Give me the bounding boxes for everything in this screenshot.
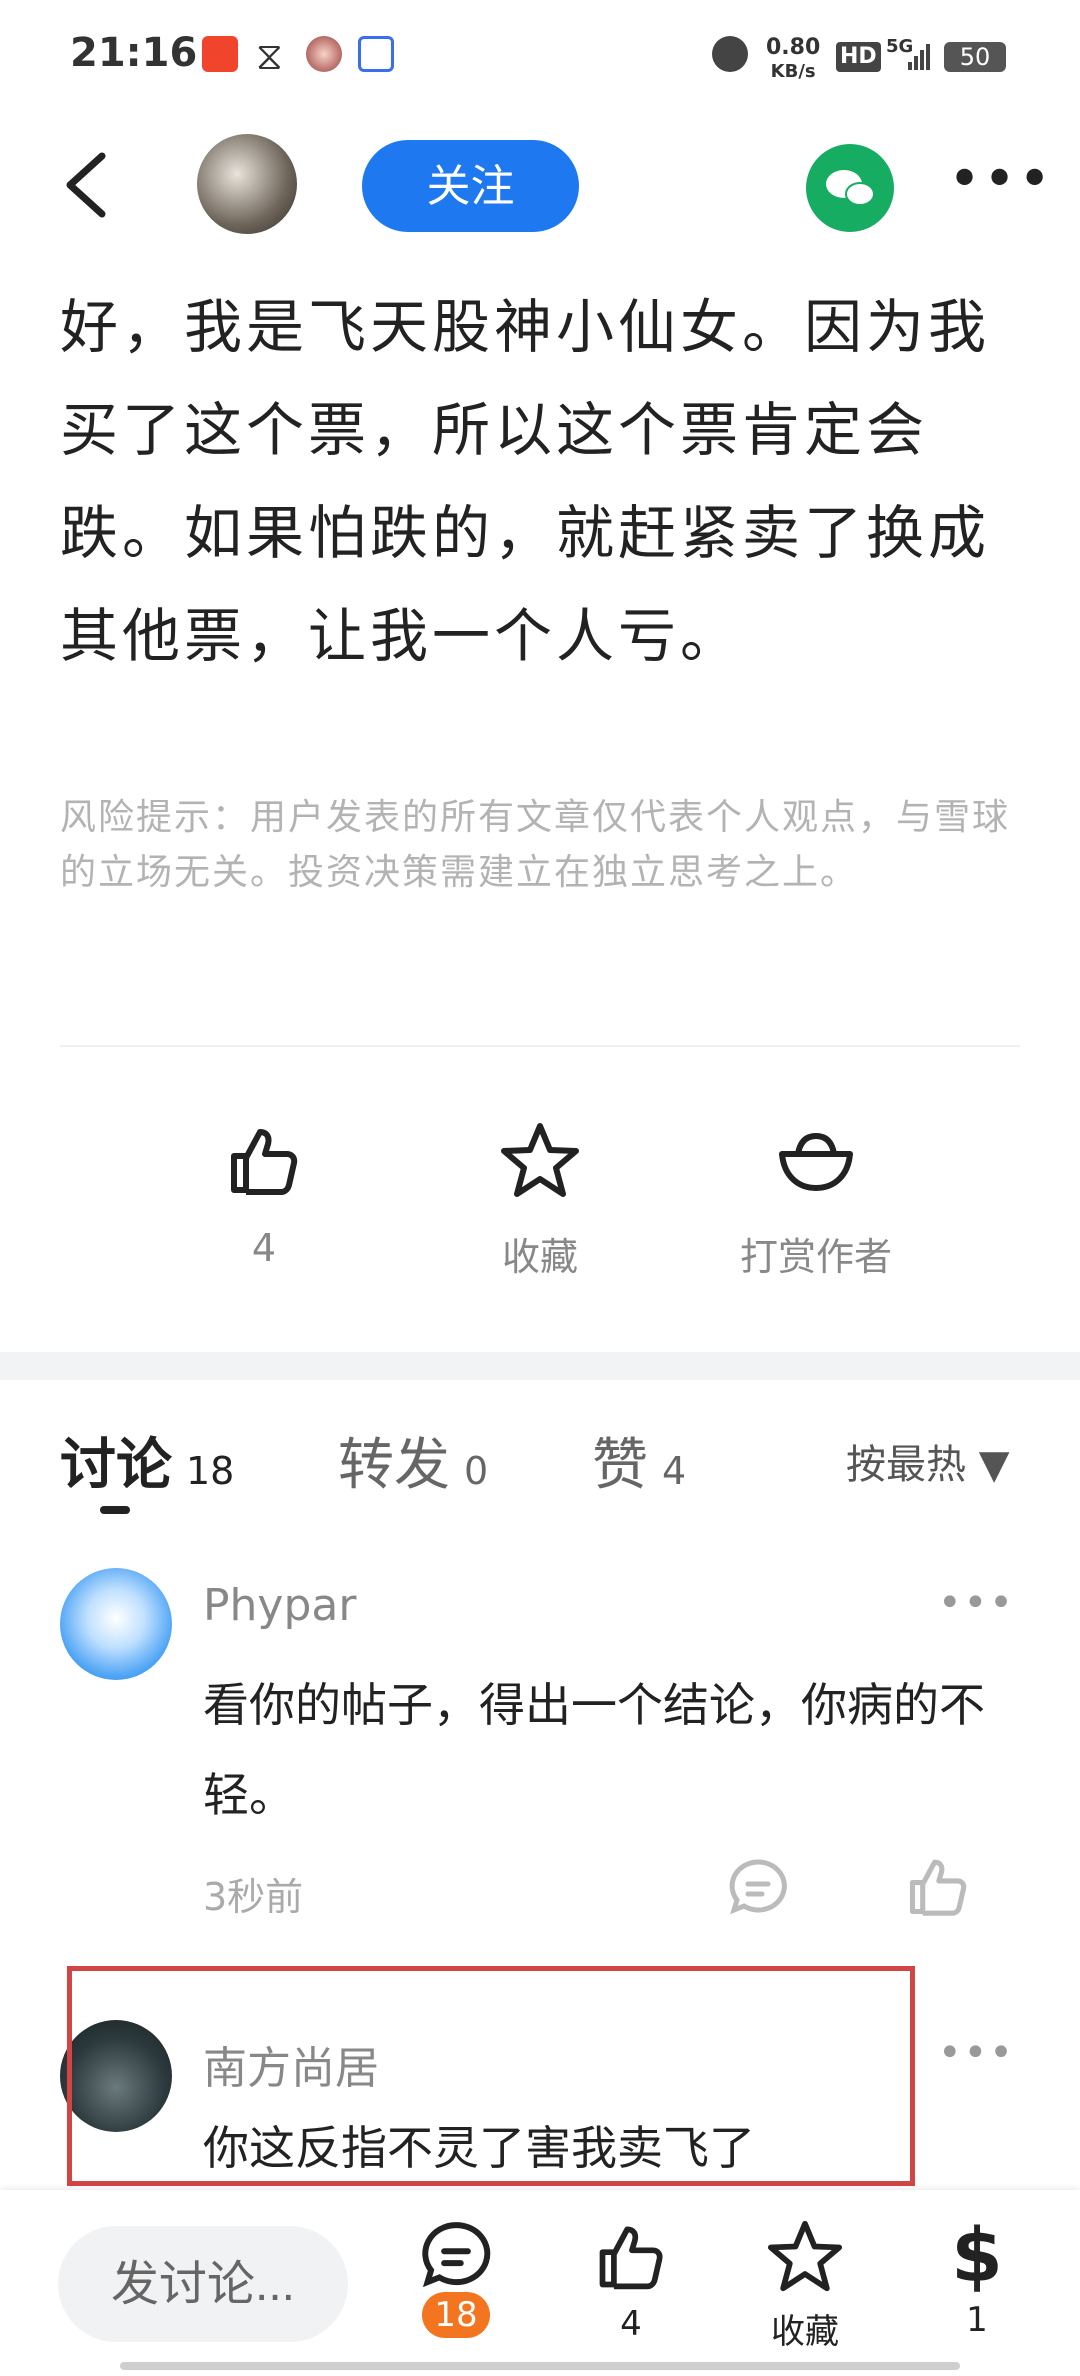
avatar-app-icon bbox=[306, 36, 342, 72]
comment-time: 3秒前 bbox=[203, 1875, 304, 1919]
favorite-action[interactable]: 收藏 bbox=[420, 1120, 660, 1281]
tab-repost-label: 转发 bbox=[338, 1433, 450, 1498]
like-button[interactable]: 4 bbox=[566, 2218, 696, 2344]
baicizhan-100-icon bbox=[358, 36, 394, 72]
tab-likes[interactable]: 赞4 bbox=[592, 1420, 686, 1501]
chat-bubble-icon bbox=[729, 1859, 787, 1915]
comment-count-badge: 18 bbox=[422, 2292, 490, 2338]
comment-more-button[interactable]: ••• bbox=[938, 2030, 1015, 2076]
tab-repost-count: 0 bbox=[464, 1449, 489, 1493]
tip-author-label: 打赏作者 bbox=[739, 1235, 892, 1279]
back-button[interactable] bbox=[60, 150, 110, 231]
wechat-share-button[interactable] bbox=[806, 144, 894, 232]
highlight-box bbox=[67, 1966, 915, 2186]
wechat-icon bbox=[826, 170, 875, 206]
like-count: 4 bbox=[620, 2304, 642, 2344]
author-avatar[interactable] bbox=[197, 134, 297, 234]
post-discussion-input[interactable]: 发讨论... bbox=[58, 2226, 348, 2342]
comment-more-button[interactable]: ••• bbox=[938, 1580, 1015, 1626]
like-action[interactable]: 4 bbox=[144, 1120, 384, 1270]
tab-discuss-count: 18 bbox=[186, 1449, 235, 1493]
gold-ingot-icon bbox=[779, 1133, 853, 1191]
section-divider bbox=[0, 1352, 1080, 1380]
status-time: 21:16 bbox=[70, 30, 198, 76]
favorite-label: 收藏 bbox=[771, 2312, 839, 2352]
tab-likes-label: 赞 bbox=[592, 1433, 648, 1498]
signal-icon: 5G bbox=[886, 36, 932, 74]
comments-button[interactable]: 18 bbox=[391, 2218, 521, 2338]
thumbs-up-icon bbox=[599, 2226, 663, 2290]
net-speed-unit: KB/s bbox=[770, 61, 816, 82]
taobao-icon bbox=[202, 36, 238, 72]
status-bar: 21:16 ⧖ 0.80 KB/s HD 5G 50 bbox=[0, 0, 1080, 110]
comment-reply-button[interactable] bbox=[726, 1856, 790, 1924]
comment-author[interactable]: Phypar bbox=[203, 1580, 356, 1631]
hourglass-icon: ⧖ bbox=[256, 34, 283, 78]
star-icon bbox=[767, 2220, 843, 2292]
tab-discuss-label: 讨论 bbox=[60, 1433, 172, 1498]
more-options-button[interactable]: ••• bbox=[948, 152, 1053, 208]
net-speed-value: 0.80 bbox=[766, 35, 821, 60]
tip-author-action[interactable]: 打赏作者 bbox=[696, 1120, 936, 1281]
battery-indicator: 50 bbox=[944, 42, 1006, 72]
comment-like-button[interactable] bbox=[904, 1852, 972, 1924]
comment-text: 看你的帖子，得出一个结论，你病的不轻。 bbox=[203, 1678, 985, 1822]
dollar-icon: $ bbox=[951, 2213, 1003, 2299]
thumbs-up-icon bbox=[231, 1129, 298, 1195]
star-icon bbox=[501, 1123, 579, 1197]
tab-likes-count: 4 bbox=[662, 1449, 687, 1493]
tip-count: 1 bbox=[966, 2300, 988, 2340]
thumbs-up-icon bbox=[909, 1859, 967, 1916]
network-speed: 0.80 KB/s bbox=[766, 36, 820, 84]
alarm-icon bbox=[712, 36, 748, 72]
chevron-left-icon bbox=[66, 152, 106, 218]
follow-button[interactable]: 关注 bbox=[362, 140, 579, 232]
comment-avatar[interactable] bbox=[60, 1568, 172, 1680]
gesture-bar bbox=[120, 2362, 960, 2370]
article-body: 好，我是飞天股神小仙女。因为我买了这个票，所以这个票肯定会跌。如果怕跌的，就赶紧… bbox=[60, 293, 991, 670]
sort-dropdown[interactable]: 按最热 ▼ bbox=[846, 1432, 1009, 1490]
tab-discuss[interactable]: 讨论 18 bbox=[60, 1420, 234, 1501]
active-tab-indicator bbox=[100, 1506, 130, 1514]
tip-button[interactable]: $ 1 bbox=[912, 2218, 1042, 2340]
divider bbox=[60, 1045, 1020, 1047]
favorite-button[interactable]: 收藏 bbox=[740, 2218, 870, 2353]
tab-repost[interactable]: 转发 0 bbox=[338, 1420, 488, 1501]
risk-notice: 风险提示：用户发表的所有文章仅代表个人观点，与雪球的立场无关。投资决策需建立在独… bbox=[60, 797, 1011, 893]
chat-bubble-icon bbox=[422, 2222, 491, 2288]
hd-badge: HD bbox=[836, 42, 881, 72]
like-count: 4 bbox=[251, 1226, 277, 1270]
favorite-label: 收藏 bbox=[501, 1235, 578, 1279]
